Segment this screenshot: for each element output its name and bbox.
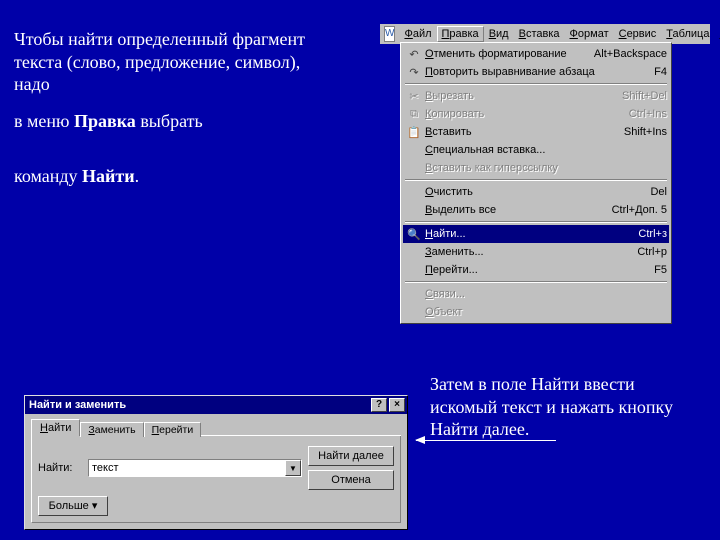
menu-item-shortcut: F5 bbox=[646, 264, 667, 276]
blank-icon bbox=[405, 286, 423, 302]
tab-перейти[interactable]: Перейти bbox=[144, 422, 202, 437]
text: команду bbox=[14, 166, 82, 186]
menu-item-вид[interactable]: Вид bbox=[484, 26, 514, 42]
menu-item-вставка[interactable]: Вставка bbox=[514, 26, 565, 42]
help-button[interactable]: ? bbox=[371, 398, 387, 412]
menu-item-shortcut: F4 bbox=[646, 66, 667, 78]
tab-найти[interactable]: Найти bbox=[31, 419, 80, 436]
instruction-3: команду Найти. bbox=[14, 165, 314, 188]
close-button[interactable]: × bbox=[389, 398, 405, 412]
more-button[interactable]: Больше ▾ bbox=[38, 496, 108, 516]
menu-separator bbox=[405, 83, 667, 85]
menu-item-shortcut: Ctrl+з bbox=[630, 228, 667, 240]
find-panel: Найти: ▼ Найти далее Отмена Больше ▾ bbox=[31, 436, 401, 523]
menu-item-label: Отменить форматирование bbox=[423, 48, 586, 60]
menu-item-label: Заменить... bbox=[423, 246, 629, 258]
menu-item-правка[interactable]: Правка bbox=[437, 26, 484, 42]
cancel-button[interactable]: Отмена bbox=[308, 470, 394, 490]
↶-icon: ↶ bbox=[405, 46, 423, 62]
blank-icon bbox=[405, 202, 423, 218]
menu-item-shortcut: Shift+Del bbox=[614, 90, 667, 102]
menu-item-label: Найти... bbox=[423, 228, 630, 240]
menu-item-label: Связи... bbox=[423, 288, 659, 300]
blank-icon bbox=[405, 304, 423, 320]
dialog-title: Найти и заменить bbox=[27, 399, 369, 411]
find-label: Найти: bbox=[38, 462, 88, 474]
dialog-tabs: НайтиЗаменитьПерейти bbox=[31, 418, 401, 436]
menu-item-окно[interactable]: Окно bbox=[714, 26, 720, 42]
menu-item: Вставить как гиперссылку bbox=[403, 159, 669, 177]
menu-item[interactable]: Специальная вставка... bbox=[403, 141, 669, 159]
menu-item-таблица[interactable]: Таблица bbox=[661, 26, 714, 42]
menu-item[interactable]: ↶Отменить форматированиеAlt+Backspace bbox=[403, 45, 669, 63]
menu-item-label: Повторить выравнивание абзаца bbox=[423, 66, 646, 78]
arrow-pointer bbox=[416, 440, 556, 441]
menu-item-сервис[interactable]: Сервис bbox=[614, 26, 662, 42]
text: выбрать bbox=[136, 111, 203, 131]
menu-bar: W ФайлПравкаВидВставкаФорматСервисТаблиц… bbox=[380, 24, 710, 44]
menu-item[interactable]: Выделить всеCtrl+Доп. 5 bbox=[403, 201, 669, 219]
blank-icon bbox=[405, 142, 423, 158]
blank-icon bbox=[405, 244, 423, 260]
menu-item-label: Специальная вставка... bbox=[423, 144, 659, 156]
menu-item-shortcut: Del bbox=[642, 186, 667, 198]
find-replace-dialog: Найти и заменить ? × НайтиЗаменитьПерейт… bbox=[24, 395, 408, 530]
menu-item-label: Выделить все bbox=[423, 204, 604, 216]
menu-item: Объект bbox=[403, 303, 669, 321]
menu-item[interactable]: ОчиститьDel bbox=[403, 183, 669, 201]
↷-icon: ↷ bbox=[405, 64, 423, 80]
menu-item-label: Объект bbox=[423, 306, 659, 318]
text-bold: Найти bbox=[82, 166, 135, 186]
menu-item-label: Вставить как гиперссылку bbox=[423, 162, 659, 174]
text-bold: Правка bbox=[74, 111, 136, 131]
menu-item: ⧉КопироватьCtrl+Ins bbox=[403, 105, 669, 123]
menu-separator bbox=[405, 179, 667, 181]
menu-item-label: Вставить bbox=[423, 126, 616, 138]
menu-item-формат[interactable]: Формат bbox=[565, 26, 614, 42]
📋-icon: 📋 bbox=[405, 124, 423, 140]
menu-item-shortcut: Ctrl+Ins bbox=[621, 108, 667, 120]
find-input[interactable] bbox=[89, 460, 285, 476]
menu-item-файл[interactable]: Файл bbox=[399, 26, 436, 42]
menu-item-label: Перейти... bbox=[423, 264, 646, 276]
dialog-titlebar: Найти и заменить ? × bbox=[25, 396, 407, 414]
menu-item[interactable]: 🔍Найти...Ctrl+з bbox=[403, 225, 669, 243]
menu-item: Связи... bbox=[403, 285, 669, 303]
blank-icon bbox=[405, 160, 423, 176]
instruction-1: Чтобы найти определенный фрагмент текста… bbox=[14, 28, 314, 96]
menu-item-label: Вырезать bbox=[423, 90, 614, 102]
✂-icon: ✂ bbox=[405, 88, 423, 104]
menu-item[interactable]: 📋ВставитьShift+Ins bbox=[403, 123, 669, 141]
menu-item-shortcut: Ctrl+р bbox=[629, 246, 667, 258]
menu-item[interactable]: Перейти...F5 bbox=[403, 261, 669, 279]
menu-separator bbox=[405, 221, 667, 223]
menu-item: ✂ВырезатьShift+Del bbox=[403, 87, 669, 105]
combo-drop-icon[interactable]: ▼ bbox=[285, 460, 301, 476]
tab-заменить[interactable]: Заменить bbox=[80, 422, 143, 437]
instruction-2: в меню Правка выбрать bbox=[14, 110, 314, 133]
menu-item-shortcut: Alt+Backspace bbox=[586, 48, 667, 60]
menu-item-label: Копировать bbox=[423, 108, 621, 120]
edit-menu-dropdown: ↶Отменить форматированиеAlt+Backspace↷По… bbox=[400, 42, 672, 324]
menu-separator bbox=[405, 281, 667, 283]
menu-item[interactable]: ↷Повторить выравнивание абзацаF4 bbox=[403, 63, 669, 81]
menu-item-shortcut: Ctrl+Доп. 5 bbox=[604, 204, 667, 216]
🔍-icon: 🔍 bbox=[405, 226, 423, 242]
text: в меню bbox=[14, 111, 74, 131]
text: . bbox=[135, 166, 140, 186]
find-next-button[interactable]: Найти далее bbox=[308, 446, 394, 466]
app-icon[interactable]: W bbox=[384, 26, 395, 42]
⧉-icon: ⧉ bbox=[405, 106, 423, 122]
instruction-4: Затем в поле Найти ввести искомый текст … bbox=[430, 373, 700, 441]
blank-icon bbox=[405, 262, 423, 278]
blank-icon bbox=[405, 184, 423, 200]
menu-item-label: Очистить bbox=[423, 186, 642, 198]
find-combo[interactable]: ▼ bbox=[88, 459, 302, 477]
menu-item-shortcut: Shift+Ins bbox=[616, 126, 667, 138]
menu-item[interactable]: Заменить...Ctrl+р bbox=[403, 243, 669, 261]
